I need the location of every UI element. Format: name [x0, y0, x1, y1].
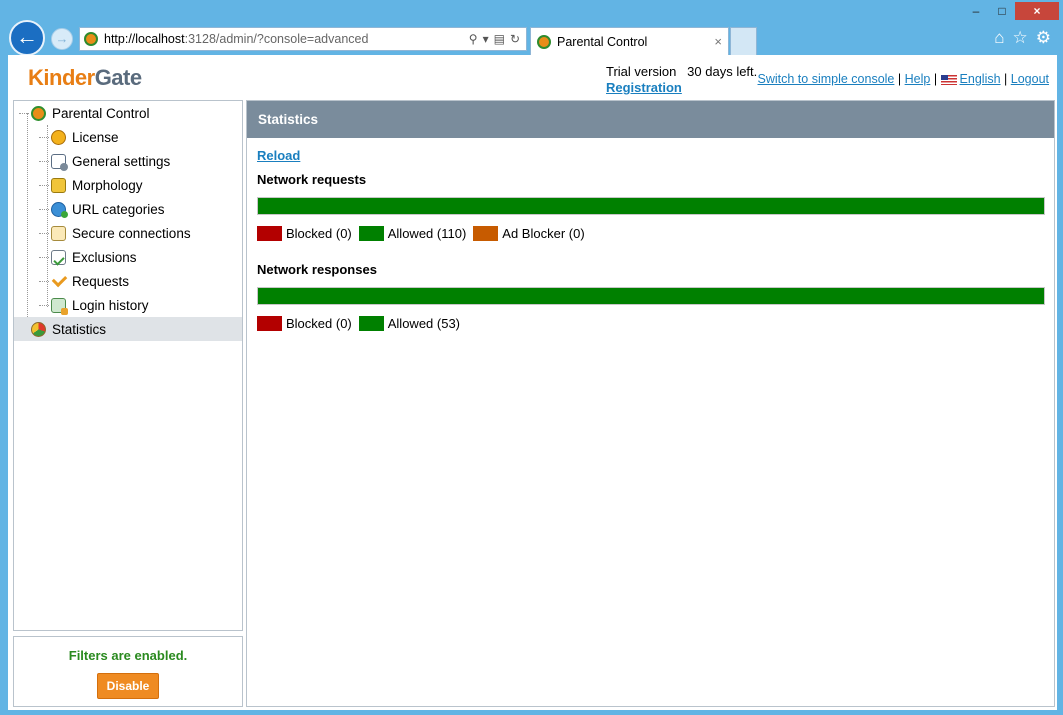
responses-legend-label-0: Blocked (0) — [286, 316, 352, 331]
panel-title: Statistics — [247, 101, 1054, 138]
network-requests-bar — [257, 197, 1045, 215]
maximize-button[interactable]: □ — [989, 2, 1015, 20]
tree-item-login-history[interactable]: Login history — [51, 293, 149, 317]
exclusions-icon — [51, 249, 66, 265]
tree-item-requests[interactable]: Requests — [51, 269, 129, 293]
network-responses-title: Network responses — [257, 262, 377, 277]
tree-item-secure-connections[interactable]: Secure connections — [51, 221, 191, 245]
switch-simple-console-link[interactable]: Switch to simple console — [758, 72, 895, 86]
tree-item-url-categories[interactable]: URL categories — [51, 197, 165, 221]
url-text[interactable]: http://localhost:3128/admin/?console=adv… — [104, 32, 469, 46]
tab-parental-control[interactable]: Parental Control × — [530, 27, 729, 55]
reload-link[interactable]: Reload — [257, 148, 300, 163]
filter-status-panel: Filters are enabled. Disable — [13, 636, 243, 707]
tab-favicon-icon — [537, 34, 551, 49]
registration-link[interactable]: Registration — [606, 80, 757, 95]
address-bar[interactable]: http://localhost:3128/admin/?console=adv… — [79, 27, 527, 51]
dropdown-icon[interactable]: ▾ — [483, 32, 489, 46]
home-icon[interactable]: ⌂ — [994, 28, 1004, 48]
logout-link[interactable]: Logout — [1011, 72, 1049, 86]
parental-control-icon — [31, 105, 46, 121]
page-content: KinderGate Trial version 30 days left. R… — [8, 55, 1057, 710]
requests-legend-label-0: Blocked (0) — [286, 226, 352, 241]
site-favicon-icon — [84, 32, 98, 46]
back-button[interactable]: ← — [9, 20, 45, 56]
tree-item-general-settings[interactable]: General settings — [51, 149, 170, 173]
refresh-icon[interactable]: ↻ — [510, 32, 520, 46]
responses-bar-segment-1 — [258, 288, 1044, 304]
license-icon — [51, 129, 66, 145]
close-window-button[interactable]: × — [1015, 2, 1059, 20]
network-requests-title: Network requests — [257, 172, 367, 187]
tree-item-license[interactable]: License — [51, 125, 119, 149]
network-responses-legend: Blocked (0) Allowed (53) — [257, 316, 467, 331]
help-link[interactable]: Help — [905, 72, 931, 86]
network-requests-legend: Blocked (0) Allowed (110) Ad Blocker (0) — [257, 226, 592, 241]
network-responses-bar — [257, 287, 1045, 305]
statistics-icon — [31, 321, 46, 337]
requests-legend-swatch-0 — [257, 226, 282, 241]
search-icon[interactable]: ⚲ — [469, 32, 478, 46]
tree-item-morphology[interactable]: Morphology — [51, 173, 143, 197]
requests-legend-label-1: Allowed (110) — [387, 226, 467, 241]
requests-icon — [51, 274, 66, 289]
morphology-icon — [51, 177, 66, 193]
window-controls: – □ × — [963, 2, 1059, 20]
kindergate-logo: KinderGate — [28, 65, 142, 90]
settings-icon — [51, 153, 68, 171]
requests-bar-segment-1 — [258, 198, 1044, 214]
tree-item-parental-control[interactable]: Parental Control — [31, 101, 150, 125]
responses-legend-swatch-0 — [257, 316, 282, 331]
tree-item-statistics[interactable]: Statistics — [14, 317, 242, 341]
language-link[interactable]: English — [960, 72, 1001, 86]
url-categories-icon — [51, 201, 68, 218]
new-tab-button[interactable] — [730, 27, 757, 55]
responses-legend-label-1: Allowed (53) — [387, 316, 461, 331]
filter-status-text: Filters are enabled. — [68, 648, 188, 663]
tree-item-exclusions[interactable]: Exclusions — [51, 245, 137, 269]
requests-legend-label-2: Ad Blocker (0) — [502, 226, 585, 241]
secure-connections-icon — [51, 225, 66, 241]
tab-close-icon[interactable]: × — [714, 34, 722, 49]
responses-legend-swatch-1 — [358, 316, 384, 331]
tab-title: Parental Control — [557, 34, 648, 49]
requests-legend-swatch-2 — [473, 226, 499, 241]
us-flag-icon — [940, 74, 957, 85]
statistics-panel: Statistics Reload Network requests Block… — [246, 100, 1055, 707]
trial-info: Trial version 30 days left. Registration — [606, 64, 758, 95]
gear-icon[interactable]: ⚙ — [1036, 28, 1051, 48]
star-icon[interactable]: ☆ — [1013, 28, 1028, 48]
navigation-tree: Parental Control License General setting… — [13, 100, 243, 631]
disable-button[interactable]: Disable — [96, 673, 160, 699]
login-history-icon — [51, 297, 68, 315]
browser-window: – □ × ← → http://localhost:3128/admin/?c… — [0, 0, 1063, 715]
minimize-button[interactable]: – — [963, 2, 989, 20]
forward-button[interactable]: → — [51, 28, 73, 50]
requests-legend-swatch-1 — [358, 226, 384, 241]
top-links: Switch to simple console | Help | Englis… — [757, 72, 1049, 86]
compatibility-icon[interactable]: ▤ — [494, 32, 505, 46]
